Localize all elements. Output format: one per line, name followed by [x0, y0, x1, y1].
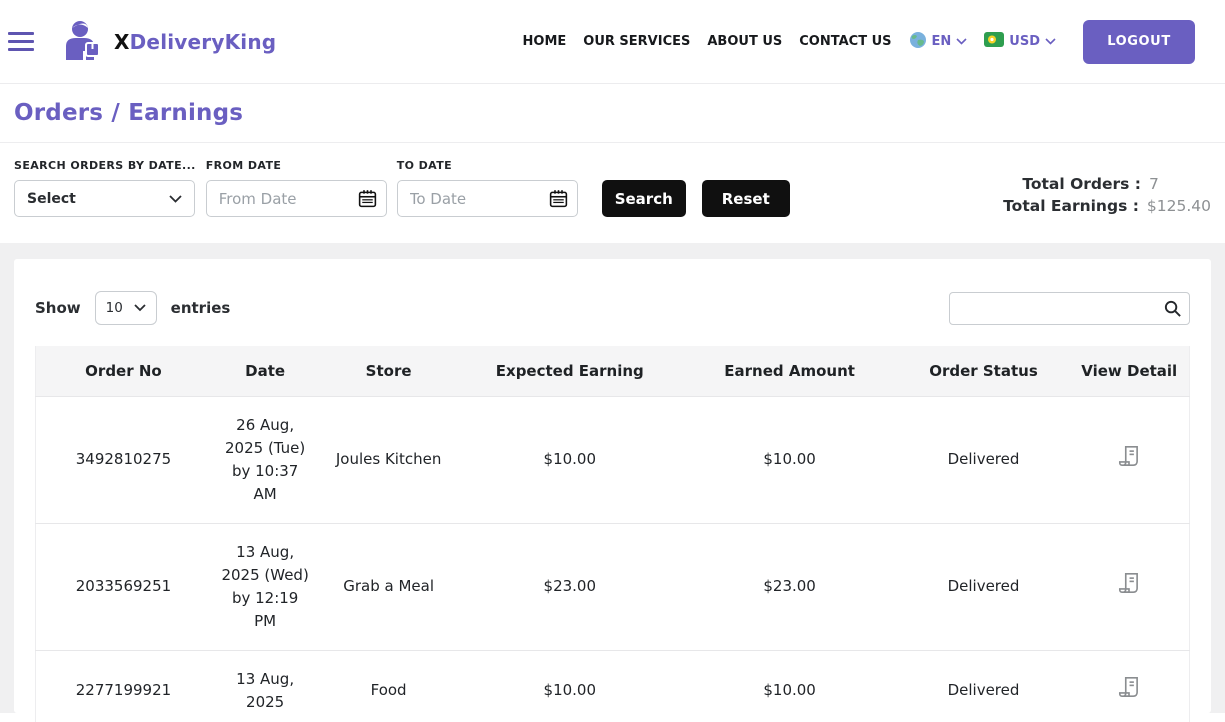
chevron-down-icon	[169, 195, 182, 203]
globe-icon	[909, 31, 927, 53]
reset-button[interactable]: Reset	[702, 180, 790, 217]
page-length-value: 10	[106, 300, 123, 316]
cell-order-status: Delivered	[898, 650, 1070, 722]
page-length-select[interactable]: 10	[95, 291, 157, 325]
cell-order-status: Delivered	[898, 523, 1070, 650]
to-date-label: TO DATE	[397, 159, 578, 172]
nav-about-us[interactable]: ABOUT US	[707, 34, 782, 49]
cell-order-status: Delivered	[898, 396, 1070, 523]
cell-view-detail	[1069, 523, 1189, 650]
brand-logo[interactable]: XDeliveryKing	[56, 16, 276, 68]
col-view-detail[interactable]: View Detail	[1069, 346, 1189, 396]
search-by-date-value: Select	[27, 191, 76, 207]
cell-earned-amount: $10.00	[682, 650, 898, 722]
cell-order-no: 2033569251	[36, 523, 211, 650]
page-title-bar: Orders / Earnings	[0, 84, 1225, 143]
cell-store: Joules Kitchen	[319, 396, 457, 523]
cell-view-detail	[1069, 396, 1189, 523]
col-earned-amount[interactable]: Earned Amount	[682, 346, 898, 396]
brand-name: XDeliveryKing	[114, 30, 276, 54]
col-store[interactable]: Store	[319, 346, 457, 396]
currency-flag-icon	[984, 32, 1004, 51]
cell-date: 13 Aug, 2025 (Wed) by 12:19 PM	[211, 523, 319, 650]
table-row: 2033569251 13 Aug, 2025 (Wed) by 12:19 P…	[36, 523, 1190, 650]
total-orders-value: 7	[1149, 175, 1211, 193]
currency-value: USD	[1009, 34, 1040, 49]
language-value: EN	[932, 34, 952, 49]
content-section: Show 10 entries O	[0, 243, 1225, 713]
total-orders-label: Total Orders :	[1022, 175, 1141, 193]
view-detail-receipt-icon[interactable]	[1116, 686, 1142, 704]
totals-summary: Total Orders : 7 Total Earnings : $125.4…	[1003, 171, 1211, 217]
nav-home[interactable]: HOME	[523, 34, 567, 49]
chevron-down-icon	[134, 304, 146, 312]
view-detail-receipt-icon[interactable]	[1116, 455, 1142, 473]
table-controls: Show 10 entries	[35, 291, 1190, 325]
view-detail-receipt-icon[interactable]	[1116, 582, 1142, 600]
cell-earned-amount: $23.00	[682, 523, 898, 650]
orders-table: Order No Date Store Expected Earning Ear…	[35, 346, 1190, 722]
main-nav: HOME OUR SERVICES ABOUT US CONTACT US EN	[523, 20, 1195, 64]
from-date-label: FROM DATE	[206, 159, 387, 172]
logout-button[interactable]: LOGOUT	[1083, 20, 1195, 64]
language-selector[interactable]: EN	[909, 31, 968, 53]
nav-contact-us[interactable]: CONTACT US	[799, 34, 891, 49]
cell-date: 26 Aug, 2025 (Tue) by 10:37 AM	[211, 396, 319, 523]
chevron-down-icon	[1045, 34, 1056, 49]
table-header-row: Order No Date Store Expected Earning Ear…	[36, 346, 1190, 396]
cell-expected-earning: $23.00	[458, 523, 682, 650]
cell-view-detail	[1069, 650, 1189, 722]
cell-store: Food	[319, 650, 457, 722]
table-row: 2277199921 13 Aug, 2025 Food $10.00 $10.…	[36, 650, 1190, 722]
col-order-status[interactable]: Order Status	[898, 346, 1070, 396]
cell-store: Grab a Meal	[319, 523, 457, 650]
page-title: Orders / Earnings	[14, 100, 1211, 126]
col-expected-earning[interactable]: Expected Earning	[458, 346, 682, 396]
search-button[interactable]: Search	[602, 180, 686, 217]
table-row: 3492810275 26 Aug, 2025 (Tue) by 10:37 A…	[36, 396, 1190, 523]
col-order-no[interactable]: Order No	[36, 346, 211, 396]
calendar-icon[interactable]	[357, 188, 378, 213]
total-earnings-label: Total Earnings :	[1003, 197, 1139, 215]
entries-label: entries	[171, 299, 231, 317]
cell-expected-earning: $10.00	[458, 650, 682, 722]
chevron-down-icon	[956, 34, 967, 49]
show-label: Show	[35, 299, 81, 317]
cell-expected-earning: $10.00	[458, 396, 682, 523]
table-search-input[interactable]	[949, 292, 1190, 325]
total-earnings-value: $125.40	[1147, 197, 1211, 215]
search-icon[interactable]	[1163, 299, 1182, 322]
currency-selector[interactable]: USD	[984, 32, 1056, 51]
calendar-icon[interactable]	[548, 188, 569, 213]
cell-date: 13 Aug, 2025	[211, 650, 319, 722]
cell-order-no: 3492810275	[36, 396, 211, 523]
search-by-date-select[interactable]: Select	[14, 180, 195, 217]
nav-our-services[interactable]: OUR SERVICES	[583, 34, 690, 49]
col-date[interactable]: Date	[211, 346, 319, 396]
filters-bar: SEARCH ORDERS BY DATE... Select FROM DAT…	[0, 143, 1225, 243]
orders-table-card: Show 10 entries O	[14, 259, 1211, 713]
cell-order-no: 2277199921	[36, 650, 211, 722]
menu-hamburger-icon[interactable]	[8, 32, 34, 51]
table-body: 3492810275 26 Aug, 2025 (Tue) by 10:37 A…	[36, 396, 1190, 722]
cell-earned-amount: $10.00	[682, 396, 898, 523]
delivery-person-logo-icon	[56, 16, 104, 68]
top-navigation-bar: XDeliveryKing HOME OUR SERVICES ABOUT US…	[0, 0, 1225, 84]
search-by-date-label: SEARCH ORDERS BY DATE...	[14, 159, 196, 172]
